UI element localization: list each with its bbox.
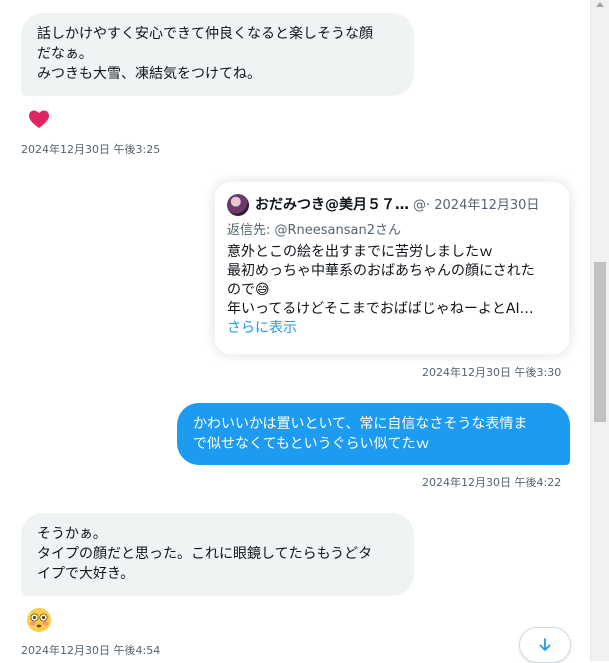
show-more-link[interactable]: さらに表示 bbox=[227, 319, 557, 338]
message-timestamp: 2024年12月30日 午後4:54 bbox=[21, 644, 161, 657]
quoted-post-date: · 2024年12月30日 bbox=[426, 197, 540, 213]
heart-icon bbox=[27, 107, 51, 131]
avatar[interactable] bbox=[227, 194, 249, 216]
message-bubble-incoming: そうかぁ。 タイプの顔だと思った。これに眼鏡してたらもうどタ イプで大好き。 bbox=[21, 513, 414, 596]
quoted-post-header: おだみつき@美月５７… @ · 2024年12月30日 bbox=[227, 194, 557, 216]
quoted-author-handle: @ bbox=[413, 197, 426, 213]
quoted-post-card[interactable]: おだみつき@美月５７… @ · 2024年12月30日 返信先: @Rneesa… bbox=[214, 181, 570, 355]
message-bubble-incoming: 話しかけやすく安心できて仲良くなると楽しそうな顔 だなぁ。 みつきも大雪、凍結気… bbox=[21, 13, 414, 96]
quoted-post-body: 意外とこの絵を出すまでに苦労しましたｗ 最初めっちゃ中華系のおばあちゃんの顔にさ… bbox=[227, 243, 557, 319]
quoted-text-line: 年いってるけどそこまでおばばじゃねーよとAI… bbox=[227, 301, 534, 317]
message-text-line: で似せなくてもというぐらい似てたｗ bbox=[193, 436, 430, 452]
message-text-line: かわいいかは置いといて、常に自信なさそうな表情ま bbox=[193, 416, 528, 432]
message-text-line: そうかぁ。 bbox=[37, 526, 107, 542]
message-text-line: みつきも大雪、凍結気をつけてね。 bbox=[37, 66, 261, 82]
reply-to-label: 返信先: @Rneesansan2さん bbox=[227, 223, 402, 238]
quoted-text-line: 最初めっちゃ中華系のおばあちゃんの顔にされた bbox=[227, 263, 535, 279]
message-text-line: イプで大好き。 bbox=[37, 566, 135, 582]
scroll-up-arrow-icon[interactable] bbox=[596, 2, 604, 7]
message-text-line: タイプの顔だと思った。これに眼鏡してたらもうどタ bbox=[37, 546, 373, 562]
message-reaction[interactable] bbox=[22, 606, 56, 634]
scrollbar-thumb[interactable] bbox=[594, 262, 606, 422]
scroll-to-bottom-button[interactable] bbox=[519, 627, 571, 663]
flushed-face-icon bbox=[26, 607, 52, 633]
quoted-text-line: ので😅 bbox=[227, 282, 270, 298]
message-timestamp: 2024年12月30日 午後3:25 bbox=[21, 143, 161, 156]
arrow-down-icon bbox=[536, 636, 554, 654]
message-text-line: 話しかけやすく安心できて仲良くなると楽しそうな顔 bbox=[37, 26, 373, 42]
scrollbar[interactable] bbox=[590, 0, 609, 661]
message-reaction[interactable] bbox=[22, 105, 56, 133]
quoted-text-line: 意外とこの絵を出すまでに苦労しましたｗ bbox=[227, 244, 493, 260]
message-text-line: だなぁ。 bbox=[37, 46, 93, 62]
message-timestamp: 2024年12月30日 午後3:30 bbox=[422, 366, 562, 379]
message-timestamp: 2024年12月30日 午後4:22 bbox=[422, 476, 562, 489]
quoted-author-name[interactable]: おだみつき@美月５７… bbox=[255, 197, 409, 214]
message-bubble-outgoing: かわいいかは置いといて、常に自信なさそうな表情ま で似せなくてもというぐらい似て… bbox=[177, 403, 570, 465]
